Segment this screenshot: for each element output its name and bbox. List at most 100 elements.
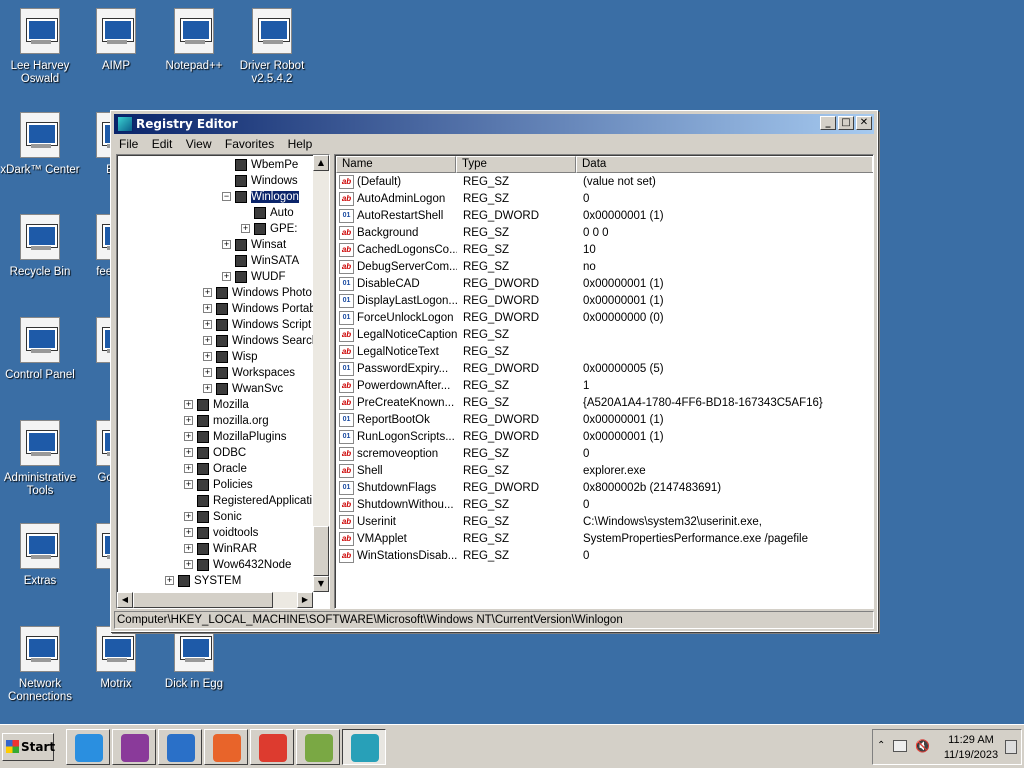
menu-help[interactable]: Help <box>283 135 318 153</box>
registry-value-row[interactable]: 01 DisplayLastLogon... REG_DWORD 0x00000001… <box>339 293 869 310</box>
expand-icon[interactable]: + <box>203 304 212 314</box>
tree-node[interactable]: + Sonic <box>184 509 242 525</box>
expand-icon[interactable]: + <box>184 448 193 458</box>
tree-node[interactable]: WbemPe <box>222 157 298 173</box>
registry-value-row[interactable]: ab scremoveoption REG_SZ 0 <box>339 446 869 463</box>
column-type[interactable]: Type <box>456 156 576 173</box>
taskbar-app-button[interactable] <box>296 729 340 765</box>
scroll-left-button[interactable]: ◀ <box>117 592 133 608</box>
desktop-icon[interactable]: Lee Harvey Oswald <box>0 8 80 86</box>
registry-value-row[interactable]: 01 ReportBootOk REG_DWORD 0x00000001 (1) <box>339 412 869 429</box>
tree-node[interactable]: + Wisp <box>203 349 258 365</box>
taskbar-app-button[interactable] <box>204 729 248 765</box>
registry-value-row[interactable]: ab Background REG_SZ 0 0 0 <box>339 225 869 242</box>
expand-icon[interactable]: + <box>203 352 212 362</box>
scroll-right-button[interactable]: ▶ <box>297 592 313 608</box>
expand-icon[interactable]: + <box>222 240 231 250</box>
registry-value-row[interactable]: 01 PasswordExpiry... REG_DWORD 0x00000005 (… <box>339 361 869 378</box>
registry-value-row[interactable]: 01 ForceUnlockLogon REG_DWORD 0x00000000 (0… <box>339 310 869 327</box>
expand-icon[interactable]: + <box>203 368 212 378</box>
registry-value-row[interactable]: ab PowerdownAfter... REG_SZ 1 <box>339 378 869 395</box>
tree-node[interactable]: + Workspaces <box>203 365 295 381</box>
tree-node[interactable]: + Windows Portab <box>203 301 316 317</box>
volume-muted-icon[interactable]: 🔇 <box>915 739 930 753</box>
clock-time[interactable]: 11:29 AM <box>941 734 1001 746</box>
expand-icon[interactable]: + <box>184 544 193 554</box>
taskbar-app-button[interactable] <box>250 729 294 765</box>
tree-node[interactable]: WinSATA <box>222 253 299 269</box>
tree-vertical-scrollbar[interactable]: ▲ ▼ <box>313 155 329 592</box>
registry-value-row[interactable]: ab (Default) REG_SZ (value not set) <box>339 174 869 191</box>
taskbar-app-button[interactable] <box>112 729 156 765</box>
tree-horizontal-scrollbar[interactable]: ◀ ▶ <box>117 592 313 608</box>
collapse-icon[interactable]: − <box>222 192 231 202</box>
registry-value-row[interactable]: ab Shell REG_SZ explorer.exe <box>339 463 869 480</box>
expand-icon[interactable]: + <box>203 336 212 346</box>
tree-node[interactable]: − Winlogon <box>222 189 300 205</box>
desktop-icon[interactable]: Control Panel <box>0 317 80 382</box>
expand-icon[interactable]: + <box>184 400 193 410</box>
expand-icon[interactable]: + <box>203 384 212 394</box>
tree-node[interactable]: + Windows Script I <box>203 317 318 333</box>
chevron-up-icon[interactable]: ⌃ <box>877 740 885 751</box>
desktop-icon[interactable]: Administrative Tools <box>0 420 80 498</box>
registry-values-list[interactable]: Name Type Data ab (Default) REG_SZ (value n… <box>334 154 874 609</box>
tree-node[interactable]: + SYSTEM <box>165 573 241 589</box>
tree-node[interactable]: + WUDF <box>222 269 286 285</box>
tree-node[interactable]: + WinRAR <box>184 541 257 557</box>
tree-node[interactable]: + voidtools <box>184 525 258 541</box>
registry-value-row[interactable]: 01 AutoRestartShell REG_DWORD 0x00000001 (1… <box>339 208 869 225</box>
tree-node[interactable]: + Windows Photo <box>203 285 312 301</box>
tree-node[interactable]: + Wow6432Node <box>184 557 291 573</box>
tree-node[interactable]: + GPE: <box>241 221 297 237</box>
desktop-icon[interactable]: Recycle Bin <box>0 214 80 279</box>
menu-view[interactable]: View <box>181 135 217 153</box>
notification-icon[interactable] <box>1005 740 1017 754</box>
registry-value-row[interactable]: 01 RunLogonScripts... REG_DWORD 0x00000001 … <box>339 429 869 446</box>
desktop-icon[interactable]: Driver Robot v2.5.4.2 <box>232 8 312 86</box>
expand-icon[interactable]: + <box>184 528 193 538</box>
menu-favorites[interactable]: Favorites <box>220 135 279 153</box>
expand-icon[interactable]: + <box>184 416 193 426</box>
registry-value-row[interactable]: ab LegalNoticeCaption REG_SZ <box>339 327 869 344</box>
title-bar[interactable]: Registry Editor _ □ ✕ <box>114 114 874 134</box>
expand-icon[interactable]: + <box>203 288 212 298</box>
registry-editor-window[interactable]: Registry Editor _ □ ✕ File Edit View Fav… <box>110 110 878 632</box>
expand-icon[interactable]: + <box>203 320 212 330</box>
scroll-thumb[interactable] <box>313 526 329 576</box>
desktop-icon[interactable]: Notepad++ <box>154 8 234 73</box>
expand-icon[interactable]: + <box>222 272 231 282</box>
tree-node[interactable]: Windows <box>222 173 298 189</box>
desktop-icon[interactable]: Motrix <box>76 626 156 691</box>
minimize-button[interactable]: _ <box>820 116 836 130</box>
tree-node[interactable]: + WwanSvc <box>203 381 283 397</box>
desktop-icon[interactable]: xDark™ Center <box>0 112 80 177</box>
registry-value-row[interactable]: ab CachedLogonsCo... REG_SZ 10 <box>339 242 869 259</box>
start-button[interactable]: Start <box>2 733 55 761</box>
maximize-button[interactable]: □ <box>838 116 854 130</box>
registry-value-row[interactable]: ab VMApplet REG_SZ SystemPropertiesPerforma… <box>339 531 869 548</box>
registry-value-row[interactable]: ab AutoAdminLogon REG_SZ 0 <box>339 191 869 208</box>
expand-icon[interactable]: + <box>184 432 193 442</box>
taskbar-app-button[interactable] <box>342 729 386 765</box>
tree-node[interactable]: + ODBC <box>184 445 246 461</box>
hscroll-thumb[interactable] <box>133 592 273 608</box>
tree-node[interactable]: + Winsat <box>222 237 286 253</box>
menu-file[interactable]: File <box>114 135 143 153</box>
tree-node[interactable]: RegisteredApplicati <box>184 493 312 509</box>
expand-icon[interactable]: + <box>184 464 193 474</box>
registry-value-row[interactable]: ab PreCreateKnown... REG_SZ {A520A1A4-1780-… <box>339 395 869 412</box>
column-data[interactable]: Data <box>576 156 873 173</box>
menu-edit[interactable]: Edit <box>147 135 178 153</box>
scroll-up-button[interactable]: ▲ <box>313 155 329 171</box>
taskbar-app-button[interactable] <box>66 729 110 765</box>
expand-icon[interactable]: + <box>184 480 193 490</box>
desktop-icon[interactable]: Extras <box>0 523 80 588</box>
registry-value-row[interactable]: ab ShutdownWithou... REG_SZ 0 <box>339 497 869 514</box>
registry-value-row[interactable]: ab LegalNoticeText REG_SZ <box>339 344 869 361</box>
scroll-down-button[interactable]: ▼ <box>313 576 329 592</box>
column-name[interactable]: Name <box>336 156 456 173</box>
expand-icon[interactable]: + <box>165 576 174 586</box>
registry-value-row[interactable]: ab DebugServerCom... REG_SZ no <box>339 259 869 276</box>
expand-icon[interactable]: + <box>184 560 193 570</box>
